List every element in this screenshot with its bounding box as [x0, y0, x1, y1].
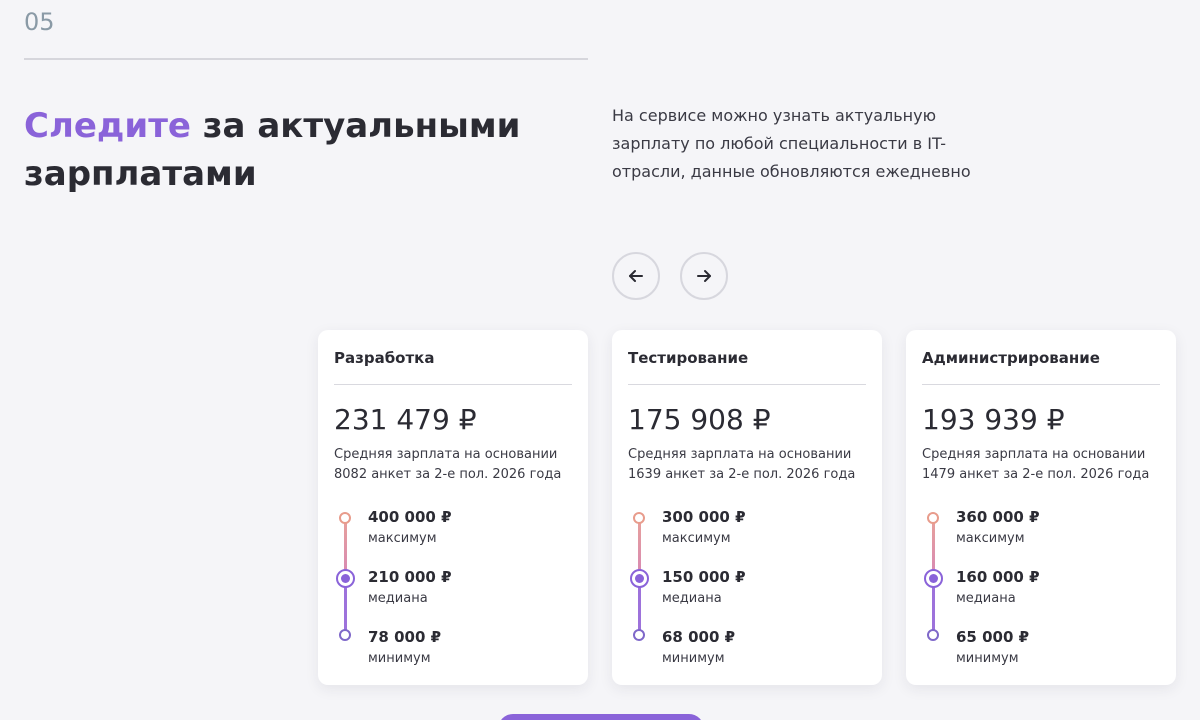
- card-title: Тестирование: [628, 349, 749, 367]
- min-dot-icon: [633, 629, 645, 641]
- card-note: Средняя зарплата на основании 8082 анкет…: [334, 447, 562, 482]
- section-heading: Следите за актуальными зарплатами: [24, 102, 544, 198]
- max-label: максимум: [956, 531, 1025, 546]
- section-divider: [24, 58, 588, 60]
- median-value: 160 000 ₽: [956, 568, 1040, 586]
- min-value: 65 000 ₽: [956, 628, 1030, 646]
- arrow-right-icon: [697, 270, 711, 282]
- max-dot-icon: [339, 512, 351, 524]
- max-value: 400 000 ₽: [368, 508, 452, 526]
- min-dot-icon: [339, 629, 351, 641]
- salary-section: 05 Следите за актуальными зарплатами На …: [0, 0, 1200, 720]
- scale-line-upper: [638, 517, 641, 573]
- card-note: Средняя зарплата на основании 1479 анкет…: [922, 447, 1150, 482]
- salary-card-administration[interactable]: Администрирование 193 939 ₽ Средняя зарп…: [906, 330, 1176, 685]
- card-divider: [922, 384, 1160, 385]
- median-label: медиана: [956, 591, 1016, 606]
- section-number: 05: [24, 8, 55, 36]
- carousel-prev-button[interactable]: [612, 252, 660, 300]
- max-dot-icon: [633, 512, 645, 524]
- max-value: 360 000 ₽: [956, 508, 1040, 526]
- carousel-next-button[interactable]: [680, 252, 728, 300]
- salary-range-scale: 400 000 ₽ максимум 210 000 ₽ медиана 78 …: [334, 507, 572, 667]
- salary-range-scale: 300 000 ₽ максимум 150 000 ₽ медиана 68 …: [628, 507, 866, 667]
- max-value: 300 000 ₽: [662, 508, 746, 526]
- card-title: Разработка: [334, 349, 435, 367]
- card-average-salary: 231 479 ₽: [334, 403, 477, 436]
- section-description: На сервисе можно узнать актуальную зарпл…: [612, 106, 971, 181]
- min-value: 68 000 ₽: [662, 628, 736, 646]
- max-dot-icon: [927, 512, 939, 524]
- scale-line-upper: [932, 517, 935, 573]
- median-label: медиана: [662, 591, 722, 606]
- salary-card-development[interactable]: Разработка 231 479 ₽ Средняя зарплата на…: [318, 330, 588, 685]
- min-value: 78 000 ₽: [368, 628, 442, 646]
- arrow-left-icon: [629, 270, 643, 282]
- min-label: минимум: [368, 651, 431, 666]
- salary-range-scale: 360 000 ₽ максимум 160 000 ₽ медиана 65 …: [922, 507, 1160, 667]
- card-title: Администрирование: [922, 349, 1100, 367]
- median-dot-icon: [336, 569, 355, 588]
- min-dot-icon: [927, 629, 939, 641]
- min-label: минимум: [956, 651, 1019, 666]
- salary-card-testing[interactable]: Тестирование 175 908 ₽ Средняя зарплата …: [612, 330, 882, 685]
- median-dot-icon: [924, 569, 943, 588]
- card-divider: [334, 384, 572, 385]
- scale-line-upper: [344, 517, 347, 573]
- card-average-salary: 193 939 ₽: [922, 403, 1065, 436]
- min-label: минимум: [662, 651, 725, 666]
- card-divider: [628, 384, 866, 385]
- max-label: максимум: [368, 531, 437, 546]
- max-label: максимум: [662, 531, 731, 546]
- median-dot-icon: [630, 569, 649, 588]
- median-value: 150 000 ₽: [662, 568, 746, 586]
- card-note: Средняя зарплата на основании 1639 анкет…: [628, 447, 856, 482]
- heading-accent: Следите: [24, 106, 191, 146]
- cta-button-partial[interactable]: [498, 714, 704, 720]
- card-average-salary: 175 908 ₽: [628, 403, 771, 436]
- median-value: 210 000 ₽: [368, 568, 452, 586]
- median-label: медиана: [368, 591, 428, 606]
